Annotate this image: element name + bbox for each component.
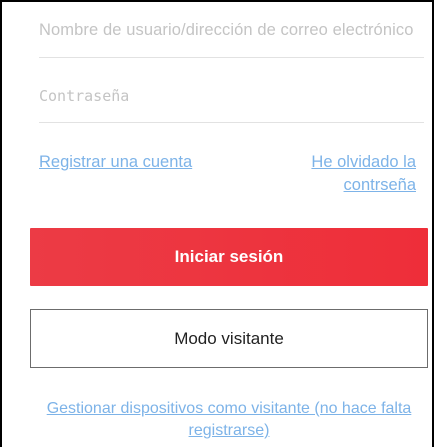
- forgot-password-link[interactable]: He olvidado la contrseña: [276, 151, 416, 197]
- visitor-mode-button[interactable]: Modo visitante: [30, 309, 428, 368]
- password-field: [39, 72, 424, 123]
- username-input[interactable]: [39, 10, 424, 50]
- guest-manage-devices-link[interactable]: Gestionar dispositivos como visitante (n…: [30, 398, 428, 442]
- forgot-password-line1: He olvidado la: [311, 153, 416, 171]
- register-account-link[interactable]: Registrar una cuenta: [39, 151, 192, 174]
- login-button[interactable]: Iniciar sesión: [30, 228, 428, 286]
- username-field: [39, 10, 424, 58]
- forgot-password-line2: contrseña: [343, 176, 416, 194]
- visitor-mode-button-label: Modo visitante: [174, 328, 284, 348]
- password-input[interactable]: [39, 76, 424, 116]
- window-frame: [0, 0, 434, 447]
- login-button-label: Iniciar sesión: [174, 247, 284, 266]
